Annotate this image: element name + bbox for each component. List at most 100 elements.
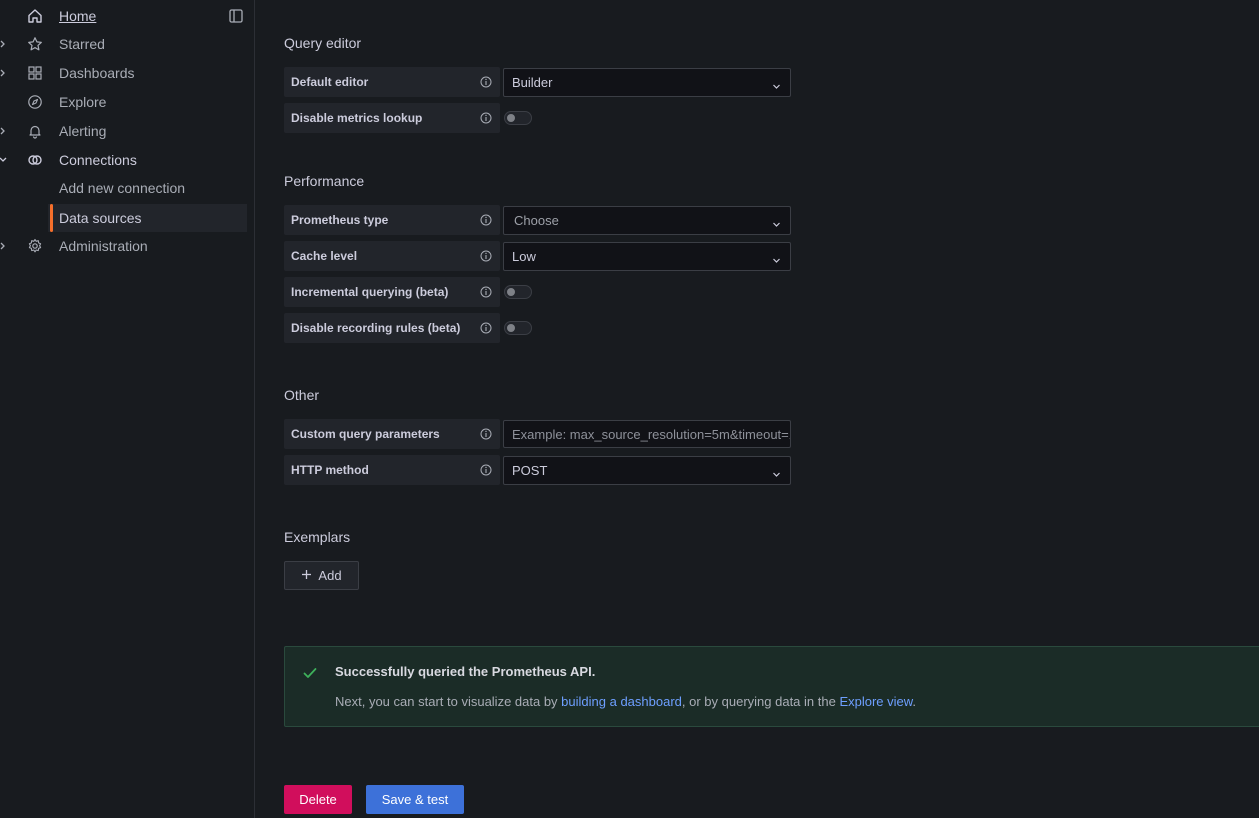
chevron-down-icon <box>772 217 781 227</box>
explore-view-link[interactable]: Explore view <box>839 694 912 709</box>
disable-recording-rules-label-text: Disable recording rules (beta) <box>291 321 461 335</box>
prometheus-type-row: Prometheus type Choose <box>284 205 791 235</box>
sidebar-item-label: Connections <box>59 152 137 168</box>
sidebar-item-alerting[interactable]: Alerting <box>0 117 247 145</box>
alert-message-prefix: Next, you can start to visualize data by <box>335 694 562 709</box>
chevron-down-icon[interactable] <box>0 146 8 174</box>
chevron-down-icon <box>772 253 781 263</box>
chevron-right-icon[interactable] <box>0 30 8 58</box>
chevron-right-icon[interactable] <box>0 59 8 87</box>
add-exemplar-button[interactable]: Add <box>284 561 359 590</box>
disable-recording-rules-row: Disable recording rules (beta) <box>284 313 532 343</box>
custom-query-params-label: Custom query parameters <box>284 419 500 449</box>
disable-metrics-lookup-label-text: Disable metrics lookup <box>291 111 423 125</box>
cache-level-select[interactable]: Low <box>503 241 791 271</box>
cache-level-label: Cache level <box>284 241 500 271</box>
cog-icon <box>26 238 43 255</box>
apps-icon <box>26 65 43 82</box>
exemplars-heading: Exemplars <box>284 529 351 545</box>
info-icon[interactable] <box>480 112 492 124</box>
http-method-value: POST <box>512 462 548 478</box>
sidebar-item-data-sources[interactable]: Data sources <box>48 204 247 232</box>
incremental-querying-row: Incremental querying (beta) <box>284 277 532 307</box>
save-and-test-button[interactable]: Save & test <box>366 785 464 814</box>
prometheus-type-placeholder: Choose <box>514 212 559 228</box>
connections-icon <box>26 152 43 169</box>
prometheus-type-label: Prometheus type <box>284 205 500 235</box>
active-indicator <box>50 204 53 232</box>
info-icon[interactable] <box>480 214 492 226</box>
disable-recording-rules-label: Disable recording rules (beta) <box>284 313 500 343</box>
alert-message: Next, you can start to visualize data by… <box>335 694 916 709</box>
success-alert: Successfully queried the Prometheus API.… <box>284 646 1259 727</box>
disable-metrics-lookup-toggle[interactable] <box>504 111 532 125</box>
default-editor-select[interactable]: Builder <box>503 67 791 97</box>
alert-message-middle: , or by querying data in the <box>681 694 840 709</box>
default-editor-label-text: Default editor <box>291 75 369 89</box>
prometheus-type-select[interactable]: Choose <box>503 205 791 235</box>
http-method-label: HTTP method <box>284 455 500 485</box>
sidebar-item-label: Explore <box>59 94 107 110</box>
info-icon[interactable] <box>480 286 492 298</box>
sidebar-item-label: Home <box>59 8 97 24</box>
custom-query-params-row: Custom query parameters <box>284 419 791 449</box>
chevron-right-icon[interactable] <box>0 232 8 260</box>
plus-icon <box>301 568 312 583</box>
dock-menu-icon[interactable] <box>229 9 243 23</box>
sidebar-item-label: Alerting <box>59 123 107 139</box>
incremental-querying-label: Incremental querying (beta) <box>284 277 500 307</box>
info-icon[interactable] <box>480 250 492 262</box>
custom-query-params-input[interactable] <box>503 420 791 448</box>
default-editor-row: Default editor Builder <box>284 67 791 97</box>
disable-metrics-lookup-row: Disable metrics lookup <box>284 103 532 133</box>
bell-icon <box>26 123 43 140</box>
chevron-right-icon[interactable] <box>0 117 8 145</box>
info-icon[interactable] <box>480 76 492 88</box>
chevron-down-icon <box>772 79 781 89</box>
alert-title: Successfully queried the Prometheus API. <box>335 664 596 679</box>
star-icon <box>26 36 43 53</box>
sidebar-item-add-new-connection[interactable]: Add new connection <box>0 174 247 202</box>
sidebar-item-label: Data sources <box>59 210 142 226</box>
custom-query-params-label-text: Custom query parameters <box>291 427 440 441</box>
default-editor-value: Builder <box>512 74 553 90</box>
info-icon[interactable] <box>480 464 492 476</box>
sidebar-item-home[interactable]: Home <box>0 2 247 30</box>
cache-level-label-text: Cache level <box>291 249 358 263</box>
app-root: Home Starred Dashboards Explore Alerting… <box>0 0 1259 818</box>
toggle-knob <box>507 114 515 122</box>
add-exemplar-label: Add <box>318 568 342 583</box>
sidebar-item-explore[interactable]: Explore <box>0 88 247 116</box>
performance-heading: Performance <box>284 173 365 189</box>
cache-level-value: Low <box>512 248 536 264</box>
disable-metrics-lookup-label: Disable metrics lookup <box>284 103 500 133</box>
http-method-row: HTTP method POST <box>284 455 791 485</box>
other-heading: Other <box>284 387 320 403</box>
incremental-querying-label-text: Incremental querying (beta) <box>291 285 449 299</box>
default-editor-label: Default editor <box>284 67 500 97</box>
disable-recording-rules-toggle[interactable] <box>504 321 532 335</box>
incremental-querying-toggle[interactable] <box>504 285 532 299</box>
check-icon <box>302 665 318 681</box>
sidebar-item-label: Starred <box>59 36 105 52</box>
datasource-settings: Query editor Default editor Builder Disa… <box>256 0 1259 818</box>
sidebar-item-connections[interactable]: Connections <box>0 146 247 174</box>
delete-button[interactable]: Delete <box>284 785 352 814</box>
sidebar-item-administration[interactable]: Administration <box>0 232 247 260</box>
sidebar-item-starred[interactable]: Starred <box>0 30 247 58</box>
sidebar-nav: Home Starred Dashboards Explore Alerting… <box>0 0 255 818</box>
info-icon[interactable] <box>480 428 492 440</box>
home-icon <box>26 8 43 25</box>
prometheus-type-label-text: Prometheus type <box>291 213 389 227</box>
toggle-knob <box>507 324 515 332</box>
cache-level-row: Cache level Low <box>284 241 791 271</box>
compass-icon <box>26 94 43 111</box>
sidebar-item-label: Dashboards <box>59 65 135 81</box>
toggle-knob <box>507 288 515 296</box>
chevron-down-icon <box>772 467 781 477</box>
info-icon[interactable] <box>480 322 492 334</box>
building-dashboard-link[interactable]: building a dashboard <box>561 694 682 709</box>
sidebar-item-dashboards[interactable]: Dashboards <box>0 59 247 87</box>
http-method-select[interactable]: POST <box>503 455 791 485</box>
sidebar-item-label: Add new connection <box>59 180 186 196</box>
